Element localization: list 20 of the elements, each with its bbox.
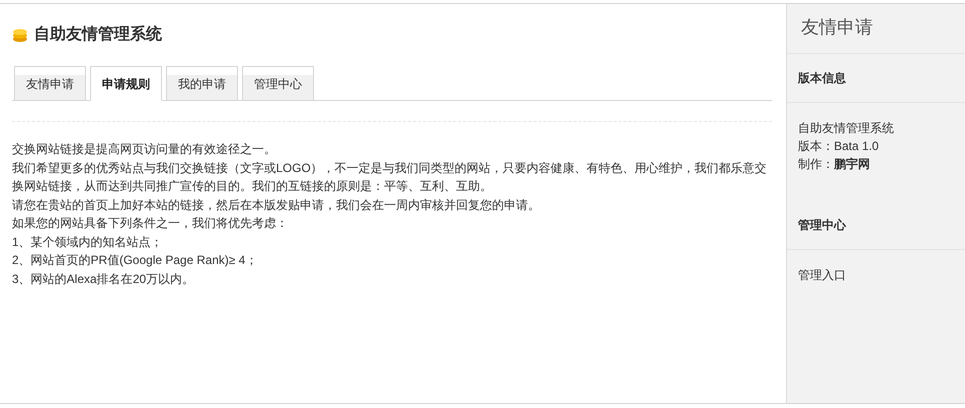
page-title: 自助友情管理系统 xyxy=(34,24,162,45)
rule-text: 我们希望更多的优秀站点与我们交换链接（文字或LOGO），不一定是与我们同类型的网站，只要内容健康、有特色、用心维护，我们都乐意交换网站链接，从而达到共同推广宣传的目的。我们的互链接的原则是：平等、互利、互助。 xyxy=(12,160,768,195)
info-text: 自助友情管理系统 xyxy=(798,121,894,135)
info-text: 制作：鹏宇网 xyxy=(798,157,870,171)
rule-text: 1、某个领域内的知名站点； xyxy=(12,234,164,250)
rule-text: 如果您的网站具备下列条件之一，我们将优先考虑： xyxy=(12,215,289,232)
tab[interactable]: 管理中心 xyxy=(242,66,314,100)
tab[interactable]: 申请规则 xyxy=(90,66,162,101)
tab[interactable]: 友情申请 xyxy=(14,66,86,100)
sidebar-title: 友情申请 xyxy=(787,4,965,54)
rule-text: 3、网站的Alexa排名在20万以内。 xyxy=(12,270,196,288)
section-heading: 版本信息 xyxy=(798,70,846,87)
coin-stack-icon xyxy=(12,27,28,43)
admin-link[interactable]: 管理入口 xyxy=(798,268,846,282)
rule-text: 交换网站链接是提高网页访问量的有效途径之一。 xyxy=(12,141,277,158)
section-heading: 管理中心 xyxy=(798,217,846,234)
tab[interactable]: 我的申请 xyxy=(166,66,238,100)
rule-text: 请您在贵站的首页上加好本站的链接，然后在本版发贴申请，我们会在一周内审核并回复您的申请。 xyxy=(12,196,541,214)
info-text: 版本：Bata 1.0 xyxy=(798,139,879,153)
rule-text: 2、网站首页的PR值(Google Page Rank)≥ 4； xyxy=(12,252,258,269)
